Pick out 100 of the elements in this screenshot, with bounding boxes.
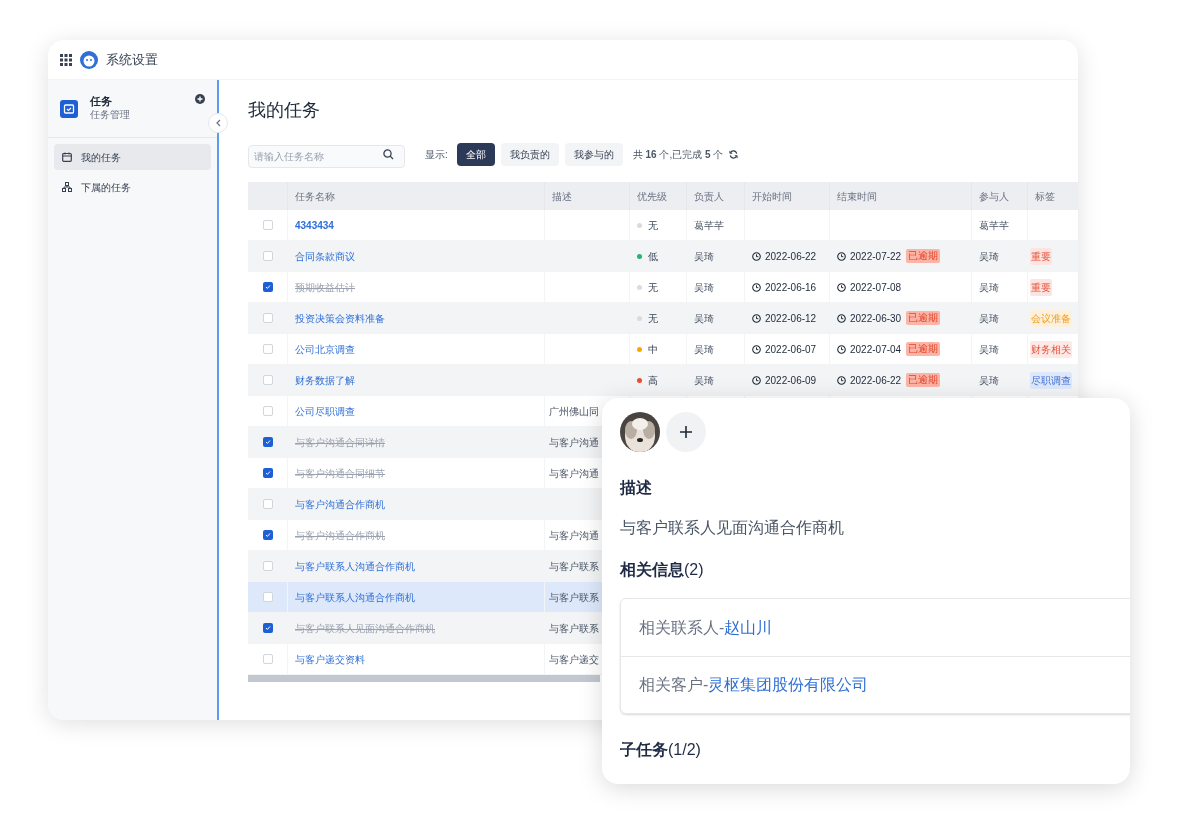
apps-grid-icon[interactable] xyxy=(60,53,72,66)
table-cell-text: 与客户联系 xyxy=(549,559,599,574)
task-name-link[interactable]: 公司尽职调查 xyxy=(295,403,355,419)
checkbox[interactable] xyxy=(262,623,273,633)
search-icon[interactable] xyxy=(383,148,394,160)
task-calendar-icon xyxy=(60,99,78,118)
section-title: 相关信息(2) xyxy=(620,560,705,580)
overdue-tag: 已逾期 xyxy=(906,310,941,326)
checkbox[interactable] xyxy=(262,437,273,447)
table-cell-text: 2022-06-12 xyxy=(765,311,817,326)
table-cell-text: 广州佛山同 xyxy=(549,404,599,419)
task-name-link[interactable]: 预期收益估计 xyxy=(295,279,355,295)
horizontal-scrollbar[interactable] xyxy=(248,675,600,682)
tag: 重要 xyxy=(1030,247,1052,265)
table-cell-text: 吴琦 xyxy=(694,342,714,357)
checkbox[interactable] xyxy=(262,251,273,261)
table-cell-text: 无 xyxy=(648,218,658,233)
column-header: 任务名称 xyxy=(295,189,335,204)
sidebar-item[interactable]: 我的任务 xyxy=(54,144,211,170)
checkbox[interactable] xyxy=(262,375,273,385)
section-title: 描述 xyxy=(620,478,653,498)
task-name-link[interactable]: 与客户递交资料 xyxy=(295,651,365,667)
task-name-link[interactable]: 与客户沟通合作商机 xyxy=(295,496,385,512)
table-cell-text: 无 xyxy=(648,311,658,326)
related-link[interactable]: 赵山川 xyxy=(724,615,773,640)
checkbox[interactable] xyxy=(262,592,273,602)
task-name-link[interactable]: 投资决策会资料准备 xyxy=(295,310,385,326)
table-cell-text: 2022-07-04 xyxy=(850,342,902,357)
clock-icon xyxy=(837,251,846,261)
task-name-link[interactable]: 公司北京调查 xyxy=(295,341,355,357)
overdue-tag: 已逾期 xyxy=(906,372,941,388)
table-cell-text: 吴琦 xyxy=(694,373,714,388)
add-icon[interactable] xyxy=(195,94,205,104)
table-cell-text: 2022-07-22 xyxy=(850,249,902,264)
clock-icon xyxy=(837,282,846,292)
filter-button[interactable]: 全部 xyxy=(456,142,495,166)
task-name-link[interactable]: 财务数据了解 xyxy=(295,372,355,388)
checkbox[interactable] xyxy=(262,282,273,292)
task-name-link[interactable]: 合同条款商议 xyxy=(295,248,355,264)
table-cell-text: 2022-06-07 xyxy=(765,342,817,357)
table-cell-text: 中 xyxy=(648,342,658,357)
checkbox[interactable] xyxy=(262,468,273,478)
table-cell-text: 与客户沟通 xyxy=(549,528,599,543)
clock-icon xyxy=(752,313,761,323)
table-cell-text: 与客户联系 xyxy=(549,590,599,605)
clock-icon xyxy=(837,375,846,385)
task-name-link[interactable]: 与客户联系人沟通合作商机 xyxy=(295,558,415,574)
table-cell-text: 吴琦 xyxy=(979,342,999,357)
check-icon xyxy=(264,284,271,290)
checkbox[interactable] xyxy=(262,344,273,354)
task-summary: 共 16 个,已完成 5 个 xyxy=(632,147,724,162)
collapse-button[interactable] xyxy=(208,113,228,133)
plus-icon xyxy=(680,426,692,438)
table-cell-text: 吴琦 xyxy=(979,373,999,388)
tag: 尽职调查 xyxy=(1030,371,1072,389)
task-name-link[interactable]: 与客户沟通合作商机 xyxy=(295,527,385,543)
filter-button[interactable]: 我参与的 xyxy=(564,142,623,166)
clock-icon xyxy=(752,282,761,292)
related-link[interactable]: 灵枢集团股份有限公司 xyxy=(708,673,869,697)
check-icon xyxy=(264,439,271,445)
filter-label: 显示: xyxy=(425,147,448,162)
checkbox[interactable] xyxy=(262,499,273,509)
column-header: 开始时间 xyxy=(752,189,792,204)
clock-icon xyxy=(837,313,846,323)
checkbox[interactable] xyxy=(262,220,273,230)
calendar-icon xyxy=(62,152,72,162)
table-cell-text: 与客户递交 xyxy=(549,652,599,667)
table-cell-text: 低 xyxy=(648,249,658,264)
checkbox[interactable] xyxy=(262,654,273,664)
column-header: 描述 xyxy=(552,189,572,204)
check-icon xyxy=(264,625,271,631)
related-label: 相关联系人- xyxy=(639,617,725,638)
checkbox[interactable] xyxy=(262,561,273,571)
task-name-link[interactable]: 与客户联系人沟通合作商机 xyxy=(295,589,415,605)
checkbox[interactable] xyxy=(262,313,273,323)
clock-icon xyxy=(837,344,846,354)
table-cell-text: 葛芊芊 xyxy=(979,218,1009,233)
table-cell-text: 2022-06-22 xyxy=(850,373,902,388)
search-field[interactable]: 请输入任务名称 xyxy=(248,144,405,168)
related-label: 相关客户- xyxy=(639,675,709,695)
task-name-link[interactable]: 4343434 xyxy=(295,217,334,233)
checkbox[interactable] xyxy=(262,530,273,540)
column-header: 标签 xyxy=(1035,189,1055,204)
table-cell-text: 2022-06-22 xyxy=(765,249,817,264)
table-cell-text: 吴琦 xyxy=(694,249,714,264)
table-cell-text: 吴琦 xyxy=(694,280,714,295)
filter-button[interactable]: 我负责的 xyxy=(500,142,559,166)
app-title: 系统设置 xyxy=(106,50,158,69)
table-cell-text: 与客户沟通 xyxy=(549,435,599,450)
add-member-button[interactable] xyxy=(666,412,706,452)
refresh-icon[interactable] xyxy=(729,149,739,159)
checkbox[interactable] xyxy=(262,406,273,416)
table-cell-text: 吴琦 xyxy=(979,311,999,326)
section-title: 子任务(1/2) xyxy=(620,740,702,760)
overdue-tag: 已逾期 xyxy=(906,341,941,357)
clock-icon xyxy=(752,344,761,354)
table-cell-text: 2022-06-09 xyxy=(765,373,817,388)
table-cell-text: 2022-07-08 xyxy=(850,280,902,295)
task-name-link[interactable]: 与客户沟通合同细节 xyxy=(295,465,385,481)
sidebar-item[interactable]: 下属的任务 xyxy=(54,174,211,200)
